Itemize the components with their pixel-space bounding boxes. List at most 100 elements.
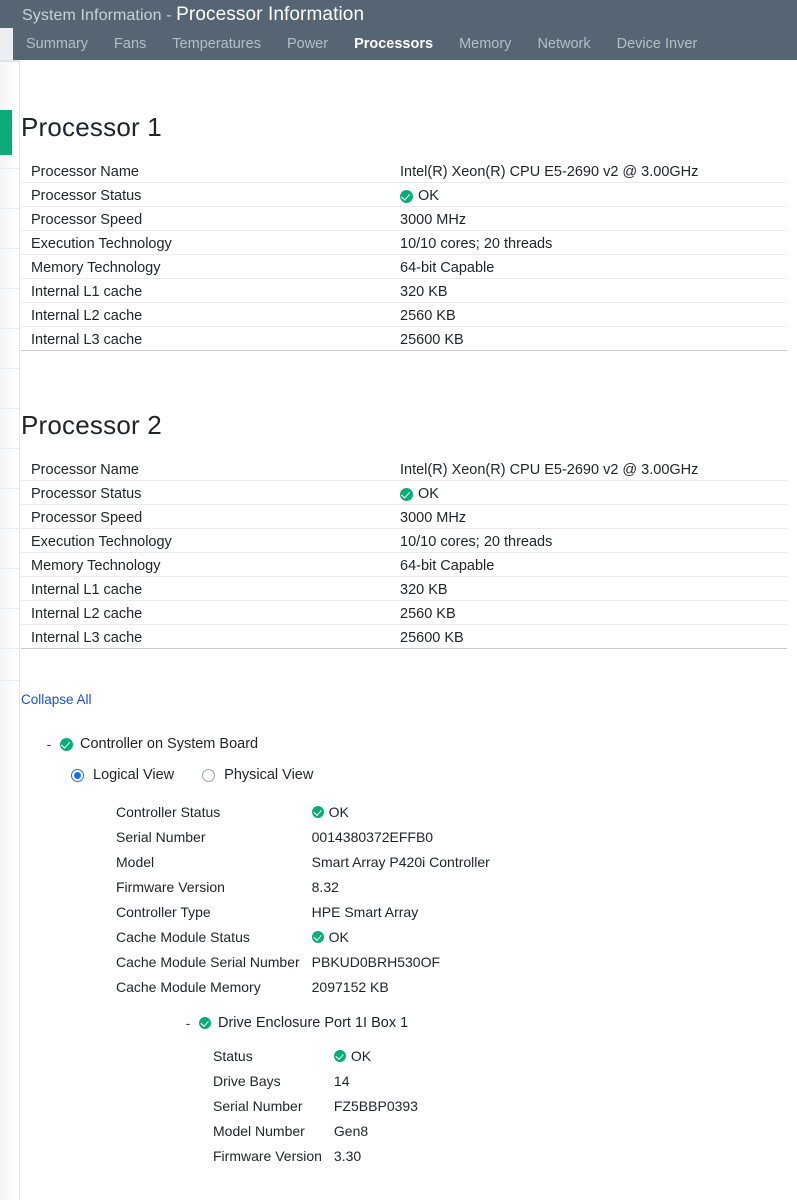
row-label: Processor Speed — [21, 206, 400, 231]
row-value: 25600 KB — [400, 624, 787, 649]
status-badge: OK — [400, 188, 787, 204]
left-navigation-rail[interactable] — [0, 60, 20, 1200]
table-row: Processor Name Intel(R) Xeon(R) CPU E5-26… — [21, 456, 787, 481]
status-text: OK — [328, 804, 349, 820]
detail-row: Model Number Gen8 — [213, 1124, 418, 1149]
row-label: Internal L1 cache — [21, 576, 400, 601]
row-label: Processor Name — [21, 456, 400, 481]
status-ok-icon — [333, 1050, 346, 1062]
detail-label: Status — [213, 1048, 253, 1064]
tab-fans[interactable]: Fans — [101, 28, 159, 60]
detail-label: Model Number — [213, 1123, 305, 1139]
view-mode-radio-group: Logical View Physical View — [71, 767, 490, 783]
status-ok-icon — [400, 189, 413, 203]
controller-details-table: Controller Status OK Serial Number 00143803… — [116, 805, 490, 1005]
row-value: 64-bit Capable — [400, 254, 787, 279]
detail-row: Cache Module Serial Number PBKUD0BRH530OF — [116, 955, 490, 980]
processor-section: Processor 1 Processor Name Intel(R) Xeon(R… — [21, 112, 787, 351]
status-text: OK — [350, 1048, 372, 1064]
rail-divider — [0, 408, 19, 409]
table-row: Internal L3 cache 25600 KB — [21, 326, 787, 351]
detail-label: Drive Bays — [213, 1073, 281, 1089]
page-title: System Information - Processor Informati… — [22, 5, 364, 24]
logical-view-label[interactable]: Logical View — [93, 767, 174, 783]
enclosure-collapse-toggle[interactable]: - — [184, 1016, 192, 1030]
detail-row: Serial Number 0014380372EFFB0 — [116, 830, 490, 855]
detail-value: 8.32 — [311, 879, 339, 895]
table-row: Internal L3 cache 25600 KB — [21, 624, 787, 649]
enclosure-name: Drive Enclosure Port 1I Box 1 — [218, 1015, 409, 1031]
processor-info-table: Processor Name Intel(R) Xeon(R) CPU E5-26… — [21, 158, 787, 351]
controller-collapse-toggle[interactable]: - — [45, 737, 53, 751]
detail-value: OK — [333, 1048, 418, 1074]
physical-view-radio[interactable] — [202, 768, 216, 782]
row-label: Internal L2 cache — [21, 600, 400, 625]
tab-network[interactable]: Network — [524, 28, 603, 60]
rail-divider — [0, 248, 19, 249]
table-row: Execution Technology 10/10 cores; 20 thre… — [21, 230, 787, 255]
detail-label: Cache Module Memory — [116, 979, 261, 995]
tab-memory[interactable]: Memory — [446, 28, 524, 60]
row-label: Internal L2 cache — [21, 302, 400, 327]
table-row: Internal L2 cache 2560 KB — [21, 600, 787, 625]
row-label: Processor Status — [21, 182, 400, 207]
detail-row: Serial Number FZ5BBP0393 — [213, 1099, 418, 1124]
detail-label: Cache Module Status — [116, 929, 250, 945]
row-label: Memory Technology — [21, 254, 400, 279]
detail-row: Model Smart Array P420i Controller — [116, 855, 490, 880]
status-ok-icon — [400, 487, 413, 501]
rail-divider — [0, 488, 19, 489]
tab-device-inver[interactable]: Device Inver — [604, 28, 711, 60]
physical-view-label[interactable]: Physical View — [224, 767, 313, 783]
detail-value: Smart Array P420i Controller — [311, 854, 490, 870]
row-label: Processor Speed — [21, 504, 400, 529]
detail-row: Controller Type HPE Smart Array — [116, 905, 490, 930]
detail-label: Model — [116, 854, 155, 870]
status-badge: OK — [311, 804, 490, 820]
detail-value: OK — [311, 930, 490, 955]
table-row: Memory Technology 64-bit Capable — [21, 552, 787, 577]
enclosure-details-table: Status OK Drive Bays 14 Serial Number FZ5BBP0… — [213, 1049, 418, 1174]
detail-row: Drive Bays 14 — [213, 1074, 418, 1099]
row-label: Memory Technology — [21, 552, 400, 577]
table-row: Processor Status OK — [21, 480, 787, 505]
table-row: Memory Technology 64-bit Capable — [21, 254, 787, 279]
tab-bar-left-edge — [0, 28, 13, 60]
row-value: 25600 KB — [400, 326, 787, 351]
tab-power[interactable]: Power — [274, 28, 341, 60]
main-content: Processor 1 Processor Name Intel(R) Xeon(R… — [21, 60, 797, 1200]
detail-row: Cache Module Status OK — [116, 930, 490, 955]
table-row: Internal L1 cache 320 KB — [21, 278, 787, 303]
rail-divider — [0, 680, 19, 681]
controller-name: Controller on System Board — [80, 736, 259, 752]
row-value: 2560 KB — [400, 302, 787, 327]
detail-label: Firmware Version — [116, 879, 225, 895]
row-value: 320 KB — [400, 576, 787, 601]
processor-section-title: Processor 2 — [21, 410, 162, 440]
detail-row: Controller Status OK — [116, 805, 490, 830]
detail-label: Firmware Version — [213, 1148, 322, 1164]
row-value: 10/10 cores; 20 threads — [400, 230, 787, 255]
row-label: Internal L1 cache — [21, 278, 400, 303]
table-row: Execution Technology 10/10 cores; 20 thre… — [21, 528, 787, 553]
logical-view-radio[interactable] — [71, 768, 84, 782]
table-row: Internal L2 cache 2560 KB — [21, 302, 787, 327]
row-label: Processor Name — [21, 158, 400, 183]
status-ok-icon — [199, 1017, 211, 1029]
table-row: Processor Status OK — [21, 182, 787, 207]
tab-summary[interactable]: Summary — [13, 28, 101, 60]
enclosure-tree-node[interactable]: - Drive Enclosure Port 1I Box 1 — [184, 1015, 490, 1031]
row-value: 2560 KB — [400, 600, 787, 625]
rail-top-divider — [0, 60, 19, 62]
detail-value: FZ5BBP0393 — [333, 1098, 418, 1114]
page-title-prefix: System Information - — [22, 6, 177, 24]
tab-processors[interactable]: Processors — [341, 28, 446, 60]
rail-divider — [0, 568, 19, 569]
collapse-all-link[interactable]: Collapse All — [21, 692, 92, 707]
table-row: Processor Speed 3000 MHz — [21, 504, 787, 529]
controller-tree-node[interactable]: - Controller on System Board — [45, 736, 490, 752]
row-value: 3000 MHz — [400, 206, 787, 231]
table-row: Processor Speed 3000 MHz — [21, 206, 787, 231]
detail-row: Firmware Version 3.30 — [213, 1149, 418, 1174]
tab-temperatures[interactable]: Temperatures — [159, 28, 274, 60]
